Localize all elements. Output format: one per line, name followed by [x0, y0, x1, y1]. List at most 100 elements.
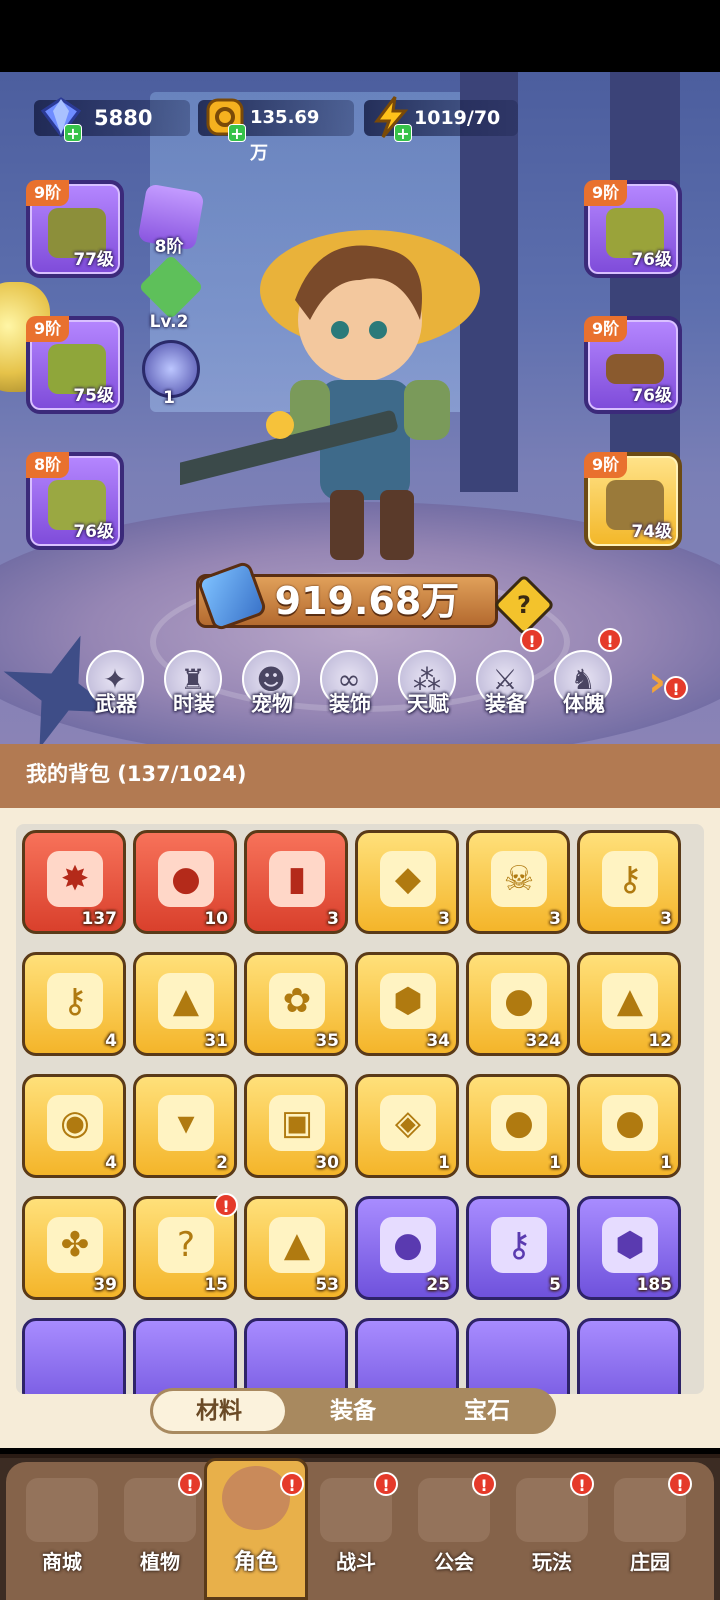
bag-item[interactable]: ● 1: [577, 1074, 681, 1178]
hero-character[interactable]: [180, 210, 540, 590]
slot-level: 76级: [631, 386, 672, 406]
nav-tab-manor[interactable]: 庄园 !: [602, 1470, 698, 1594]
bag-item[interactable]: ▲ 12: [577, 952, 681, 1056]
item-count: 39: [93, 1275, 117, 1295]
item-count: 25: [426, 1275, 450, 1295]
bag-item[interactable]: ⚷ 3: [577, 830, 681, 934]
bag-item[interactable]: ☠ 3: [466, 830, 570, 934]
equip-slot-gloves[interactable]: 9阶 75级: [26, 316, 124, 414]
gem-amount: 5880: [94, 106, 153, 130]
bag-item-partial[interactable]: [577, 1318, 681, 1394]
equip-slot-pants[interactable]: 8阶 76级: [26, 452, 124, 550]
equip-slot-belt[interactable]: 9阶 76级: [584, 316, 682, 414]
feature-tab-decoration[interactable]: ∞ 装饰: [314, 650, 386, 730]
bag-item[interactable]: ? 15!: [133, 1193, 238, 1300]
bag-item[interactable]: ◈ 1: [355, 1074, 459, 1178]
feature-tab-physique[interactable]: ♞ 体魄 !: [548, 628, 622, 730]
slot-level: 76级: [631, 250, 672, 270]
nav-tab-battle[interactable]: 战斗 !: [308, 1470, 404, 1594]
equip-slot-hat[interactable]: 9阶 77级: [26, 180, 124, 278]
bag-item[interactable]: ◉ 4: [22, 1074, 126, 1178]
bag-item[interactable]: ● 1: [466, 1074, 570, 1178]
bag-item[interactable]: ▲ 53: [244, 1196, 348, 1300]
hero-boot: [380, 490, 414, 560]
bag-item-partial[interactable]: [355, 1318, 459, 1394]
feature-label: 装备: [485, 692, 527, 716]
tab-materials[interactable]: 材料: [153, 1391, 285, 1431]
hero-boot: [330, 490, 364, 560]
item-count: 2: [216, 1153, 228, 1173]
green-vial-icon: ▮: [269, 851, 325, 907]
nav-tab-plant[interactable]: 植物 !: [112, 1470, 208, 1594]
slot-tier: 9阶: [584, 180, 628, 206]
gem-counter[interactable]: + 5880: [34, 97, 190, 143]
bag-item-partial[interactable]: [466, 1318, 570, 1394]
bag-item[interactable]: ▮ 3: [244, 830, 348, 934]
knot-emblem-icon: ✤: [47, 1217, 103, 1273]
nav-tab-hero[interactable]: 角色 !: [204, 1458, 308, 1600]
nav-label: 玩法: [532, 1550, 572, 1574]
add-energy-icon[interactable]: +: [394, 124, 412, 143]
tab-gems[interactable]: 宝石: [421, 1391, 553, 1431]
bag-item-partial[interactable]: [244, 1318, 348, 1394]
feature-tab-talent[interactable]: ⁂ 天赋: [392, 650, 464, 730]
item-count: 4: [105, 1153, 117, 1173]
bag-title: 我的背包 (137/1024): [26, 762, 247, 786]
item-count: 30: [315, 1153, 339, 1173]
item-count: 53: [315, 1275, 339, 1295]
gold-tent-icon: ▲: [602, 973, 658, 1029]
feature-label: 时装: [173, 692, 215, 716]
bag-item[interactable]: ⬢ 34: [355, 952, 459, 1056]
bag-item[interactable]: ✤ 39: [22, 1196, 126, 1300]
tab-equipment[interactable]: 装备: [287, 1391, 419, 1431]
belt-icon: [606, 354, 664, 384]
item-count: 3: [549, 909, 561, 929]
status-bar: [0, 0, 720, 72]
nav-tab-gameplay[interactable]: 玩法 !: [504, 1470, 600, 1594]
bag-item[interactable]: ◆ 3: [355, 830, 459, 934]
copper-gem-icon: ◈: [380, 1095, 436, 1151]
bag-item[interactable]: ▣ 30: [244, 1074, 348, 1178]
bag-item[interactable]: ⬢ 185: [577, 1196, 681, 1300]
slot-tier: 8阶: [26, 452, 70, 478]
nav-label: 公会: [434, 1550, 474, 1574]
nav-tab-guild[interactable]: 公会 !: [406, 1470, 502, 1594]
gold-counter[interactable]: + 135.69万: [198, 98, 354, 164]
slot-level: 74级: [631, 522, 672, 542]
alert-badge-icon: !: [214, 1193, 238, 1217]
bag-item[interactable]: ● 10: [133, 830, 237, 934]
equip-slot-boots[interactable]: 9阶 74级: [584, 452, 682, 550]
bag-item[interactable]: ✿ 35: [244, 952, 348, 1056]
feature-tab-costume[interactable]: ♜ 时装: [158, 650, 230, 730]
add-gold-icon[interactable]: +: [228, 124, 246, 143]
bag-item[interactable]: ● 25: [355, 1196, 459, 1300]
item-count: 1: [438, 1153, 450, 1173]
bag-item-partial[interactable]: [22, 1318, 126, 1394]
equip-slot-shirt[interactable]: 9阶 76级: [584, 180, 682, 278]
add-gems-icon[interactable]: +: [64, 124, 82, 143]
item-count: 185: [636, 1275, 673, 1295]
feature-tab-pet[interactable]: ☻ 宠物: [236, 650, 308, 730]
bag-item[interactable]: ⚷ 5: [466, 1196, 570, 1300]
bag-item[interactable]: ⚷ 4: [22, 952, 126, 1056]
nav-label: 战斗: [336, 1550, 376, 1574]
flame-icon: ▲: [269, 1217, 325, 1273]
slot-level: 75级: [73, 386, 114, 406]
nav-tab-shop[interactable]: 商城: [14, 1470, 110, 1594]
item-count: 4: [105, 1031, 117, 1051]
bag-item[interactable]: ▲ 31: [133, 952, 237, 1056]
feature-tab-weapon[interactable]: ✦ 武器: [80, 650, 152, 730]
feature-tab-equipment[interactable]: ⚔ 装备 !: [470, 628, 544, 730]
bag-item[interactable]: ● 324: [466, 952, 570, 1056]
nav-label: 植物: [140, 1550, 180, 1574]
bag-item[interactable]: ✸ 137: [22, 830, 126, 934]
slot-tier: 9阶: [584, 452, 628, 478]
feature-label: 装饰: [329, 692, 371, 716]
purple-potion-icon: ●: [380, 1217, 436, 1273]
energy-counter[interactable]: + 1019/70: [364, 96, 518, 143]
bag-item-partial[interactable]: [133, 1318, 237, 1394]
bag-category-switch: 材料 装备 宝石: [150, 1388, 556, 1434]
bag-item[interactable]: ▾ 2: [133, 1074, 237, 1178]
teal-key-icon: ⚷: [47, 973, 103, 1029]
nav-label: 商城: [42, 1550, 82, 1574]
